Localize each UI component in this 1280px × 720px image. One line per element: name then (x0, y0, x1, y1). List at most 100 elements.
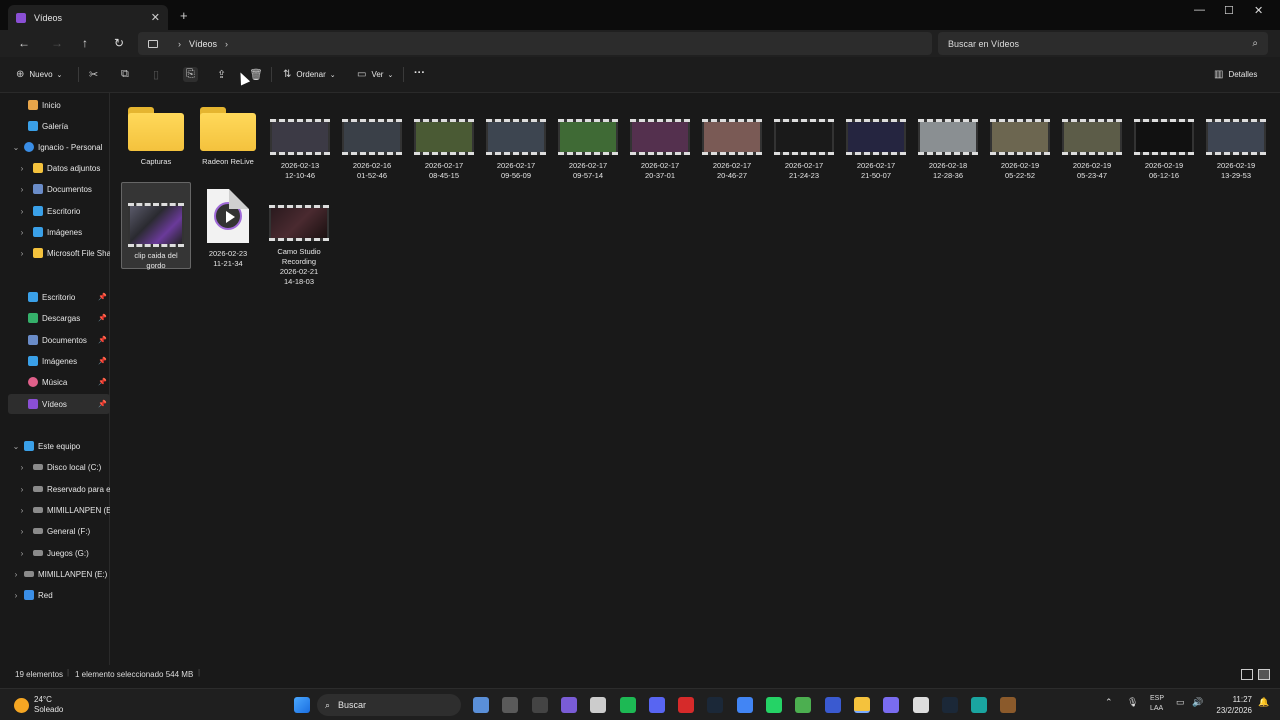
chatgpt-icon[interactable] (590, 697, 607, 713)
pin-icon[interactable]: 📌 (98, 336, 107, 344)
video-item-clip-caida-del-gordo[interactable]: clip caida del gordo (121, 182, 191, 270)
clock[interactable]: 11:27 23/2/2026 (1212, 694, 1252, 716)
sidebar-item-inicio[interactable]: Inicio (0, 95, 110, 115)
maximize-button[interactable]: ☐ (1224, 4, 1234, 17)
minecraft-icon[interactable] (795, 697, 812, 713)
sidebar-item-microsoft-file-sharing[interactable]: › Microsoft File Sha (0, 243, 110, 263)
video-item[interactable]: 2026-02-19 05-23-47 (1057, 113, 1127, 181)
video-item[interactable]: 2026-02-13 12-10-46 (265, 113, 335, 181)
copilot-icon[interactable] (883, 697, 900, 713)
store-icon[interactable] (912, 697, 929, 713)
sidebar-item-drive-reserved[interactable]: › Reservado para el (0, 479, 110, 499)
sidebar-item-pinned-videos[interactable]: Vídeos 📌 (8, 394, 110, 414)
launcher-icon[interactable] (824, 697, 841, 713)
chevron-right-icon[interactable]: › (17, 249, 27, 258)
rename-icon[interactable]: ⎘ (183, 67, 198, 82)
paste-icon[interactable]: ▯ (153, 68, 159, 81)
sidebar-item-red[interactable]: › Red (0, 585, 110, 605)
back-icon[interactable]: ← (18, 36, 30, 50)
delete-icon[interactable]: 🗑 (249, 68, 263, 81)
video-item[interactable]: 2026-02-17 21-24-23 (769, 113, 839, 181)
taskbar-search[interactable]: ⌕ Buscar (317, 694, 461, 716)
sidebar-item-pinned-imagenes[interactable]: Imágenes 📌 (0, 351, 110, 371)
new-button[interactable]: ⊕ Nuevo ⌄ (16, 69, 62, 80)
cortana-icon[interactable] (560, 697, 577, 713)
folder-item-radeon-relive[interactable]: Radeon ReLive (193, 97, 263, 167)
pin-icon[interactable]: 📌 (98, 293, 107, 301)
sidebar-item-este-equipo[interactable]: ⌄ Este equipo (0, 436, 110, 456)
chevron-right-icon[interactable]: › (17, 463, 27, 472)
files-app-icon[interactable] (502, 697, 519, 713)
new-tab-button[interactable]: + (180, 8, 188, 23)
chrome-icon[interactable] (736, 697, 753, 713)
chevron-right-icon[interactable]: › (17, 549, 27, 558)
tab-videos[interactable]: Vídeos ✕ (8, 5, 168, 30)
minecraft2-icon[interactable] (1000, 697, 1017, 713)
copy-icon[interactable]: ⧉ (121, 68, 129, 81)
minimize-button[interactable]: — (1194, 4, 1205, 16)
search-input[interactable]: Buscar en Vídeos ⌕ (938, 32, 1268, 55)
video-item[interactable]: 2026-02-17 20-46-27 (697, 113, 767, 181)
view-button[interactable]: ▭ Ver ⌄ (357, 69, 393, 80)
cut-icon[interactable]: ✂ (89, 68, 98, 81)
up-icon[interactable]: ↑ (82, 36, 88, 50)
forward-icon[interactable]: → (51, 36, 63, 50)
video-item[interactable]: 2026-02-19 13-29-53 (1201, 113, 1271, 181)
sidebar-item-drive-e[interactable]: › MIMILLANPEN (E: (0, 500, 110, 520)
sidebar-item-pinned-documentos[interactable]: Documentos 📌 (0, 330, 110, 350)
sidebar-item-pinned-descargas[interactable]: Descargas 📌 (0, 308, 110, 328)
chevron-right-icon[interactable]: › (17, 527, 27, 536)
network-icon[interactable]: ▭ (1176, 697, 1185, 708)
video-item[interactable]: 2026-02-16 01-52-46 (337, 113, 407, 181)
sidebar-item-drive-f[interactable]: › General (F:) (0, 521, 110, 541)
microphone-icon[interactable]: 🎙 (1127, 697, 1138, 708)
video-item[interactable]: 2026-02-17 09-57-14 (553, 113, 623, 181)
video-item[interactable]: 2026-02-18 12-28-36 (913, 113, 983, 181)
video-item[interactable]: 2026-02-19 05-22-52 (985, 113, 1055, 181)
discord-icon[interactable] (648, 697, 665, 713)
opera-icon[interactable] (678, 697, 695, 713)
share-icon[interactable]: ⇪ (217, 68, 226, 81)
chevron-right-icon[interactable]: › (17, 185, 27, 194)
sidebar-item-imagenes[interactable]: › Imágenes (0, 222, 110, 242)
notifications-icon[interactable]: 🔔 (1258, 697, 1269, 708)
sort-button[interactable]: ⇅ Ordenar ⌄ (283, 69, 336, 80)
chevron-right-icon[interactable]: › (17, 164, 27, 173)
epic-icon[interactable] (531, 697, 548, 713)
video-item[interactable]: 2026-02-17 09-56-09 (481, 113, 551, 181)
whatsapp-icon[interactable] (766, 697, 782, 713)
chevron-right-icon[interactable]: › (17, 506, 27, 515)
language-indicator[interactable]: ESP LAA (1150, 694, 1164, 714)
chevron-up-icon[interactable]: ⌃ (1105, 697, 1113, 708)
chevron-right-icon[interactable]: › (17, 485, 27, 494)
explorer-app-icon[interactable] (473, 697, 489, 713)
weather-widget[interactable]: 24°C Soleado (14, 695, 63, 715)
sidebar-item-onedrive[interactable]: ⌄ Ignacio - Personal (0, 137, 110, 157)
video-item[interactable]: 2026-02-19 06-12-16 (1129, 113, 1199, 181)
sidebar-item-escritorio[interactable]: › Escritorio (0, 201, 110, 221)
chevron-right-icon[interactable]: › (225, 39, 228, 49)
breadcrumb-videos[interactable]: Vídeos (189, 39, 217, 49)
spotify-icon[interactable] (619, 697, 636, 713)
sidebar-item-datos-adjuntos[interactable]: › Datos adjuntos (0, 158, 110, 178)
video-item[interactable]: 2026-02-17 20-37-01 (625, 113, 695, 181)
chevron-right-icon[interactable]: › (17, 207, 27, 216)
refresh-icon[interactable]: ↻ (114, 36, 124, 50)
video-item[interactable]: 2026-02-17 08-45-15 (409, 113, 479, 181)
file-explorer-icon[interactable] (853, 697, 870, 713)
sidebar-item-drive-c[interactable]: › Disco local (C:) (0, 457, 110, 477)
details-view-icon[interactable] (1241, 669, 1253, 680)
sidebar-item-pinned-musica[interactable]: Música 📌 (0, 372, 110, 392)
close-tab-icon[interactable]: ✕ (151, 11, 160, 24)
chevron-right-icon[interactable]: › (11, 570, 21, 579)
pin-icon[interactable]: 📌 (98, 378, 107, 386)
sidebar-item-pinned-escritorio[interactable]: Escritorio 📌 (0, 287, 110, 307)
steam-icon[interactable] (707, 697, 724, 713)
address-bar[interactable]: › Vídeos › (138, 32, 932, 55)
chevron-down-icon[interactable]: ⌄ (11, 143, 21, 152)
steam2-icon[interactable] (941, 697, 958, 713)
video-item-camo-studio-recording[interactable]: Camo Studio Recording 2026-02-21 14-18-0… (264, 201, 334, 287)
pin-icon[interactable]: 📌 (98, 357, 107, 365)
sidebar-item-usb-e[interactable]: › MIMILLANPEN (E:) (0, 564, 110, 584)
sidebar-item-drive-g[interactable]: › Juegos (G:) (0, 543, 110, 563)
